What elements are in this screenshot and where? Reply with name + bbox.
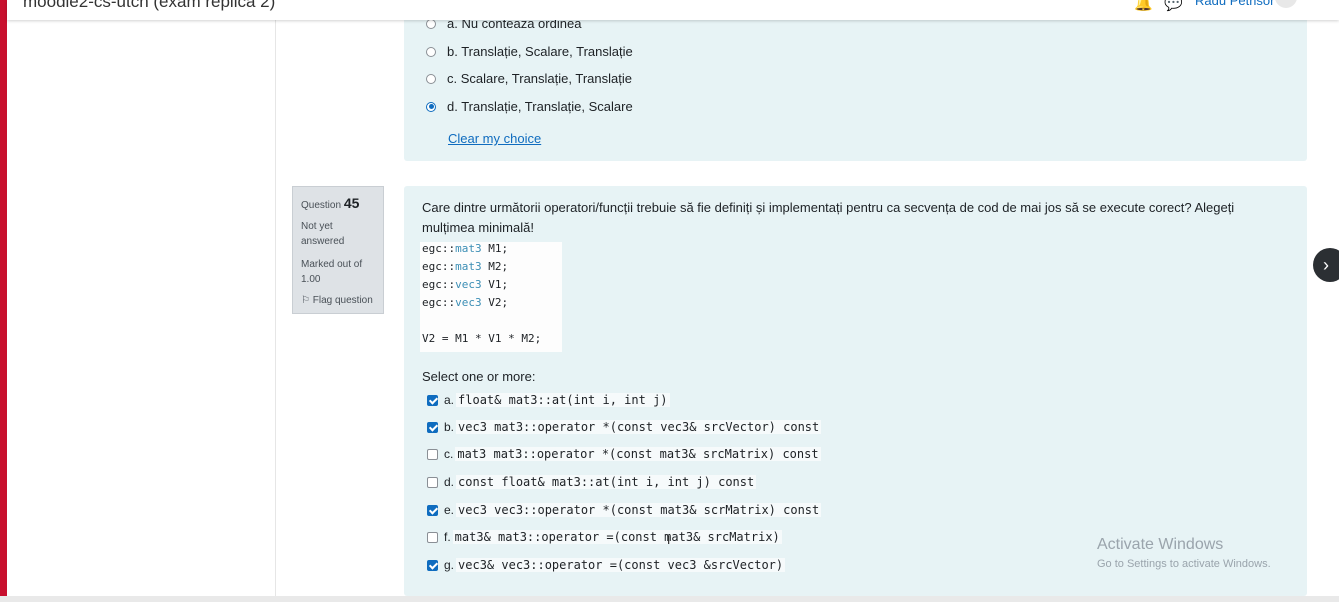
answer-option-b[interactable]: b. vec3 mat3::operator *(const vec3& src… <box>427 420 822 434</box>
code-line: egc::mat3 M2; <box>422 260 509 273</box>
top-navbar: moodle2-cs-utcn (exam replica 2) 🔔 💬 Rad… <box>7 0 1339 20</box>
answer-option-c-code: mat3 mat3::operator *(const mat3& srcMat… <box>455 447 821 461</box>
next-page-button[interactable]: › <box>1313 248 1339 282</box>
radio-a[interactable] <box>426 18 436 29</box>
answer-option-f[interactable]: f. mat3& mat3::operator =(const mat3& sr… <box>427 530 782 544</box>
question-marks: Marked out of 1.00 <box>301 259 363 285</box>
answer-option-d[interactable]: d. const float& mat3::at(int i, int j) c… <box>427 475 757 489</box>
radio-c[interactable] <box>426 73 436 84</box>
answer-option-b-code: vec3 mat3::operator *(const vec3& srcVec… <box>456 420 822 434</box>
answer-option-e-code: vec3 vec3::operator *(const mat3& scrMat… <box>456 503 822 517</box>
answer-option-e[interactable]: e. vec3 vec3::operator *(const mat3& scr… <box>427 503 822 517</box>
select-prompt: Select one or more: <box>422 369 536 384</box>
chat-icon[interactable]: 💬 <box>1164 0 1183 12</box>
answer-option-g-code: vec3& vec3::operator =(const vec3 &srcVe… <box>456 558 786 572</box>
left-sidebar <box>7 0 276 602</box>
question-number: Question 45 <box>301 195 360 211</box>
window-edge <box>0 0 7 602</box>
prev-option-d[interactable]: d. Translație, Translație, Scalare <box>426 99 633 114</box>
prev-question-answer-card: a. Nu contează ordinea b. Translație, Sc… <box>404 0 1307 161</box>
question-card: Care dintre următorii operatori/funcții … <box>404 186 1307 596</box>
prev-option-b[interactable]: b. Translație, Scalare, Translație <box>426 44 633 59</box>
question-info: Question 45 Not yet answered Marked out … <box>292 186 384 314</box>
answer-option-a[interactable]: a. float& mat3::at(int i, int j) <box>427 393 670 407</box>
prev-option-c-label: c. Scalare, Translație, Translație <box>447 71 632 86</box>
answer-option-d-code: const float& mat3::at(int i, int j) cons… <box>456 475 757 489</box>
answer-option-a-code: float& mat3::at(int i, int j) <box>456 393 670 407</box>
prev-option-b-label: b. Translație, Scalare, Translație <box>447 44 633 59</box>
checkbox-e[interactable] <box>427 504 438 516</box>
chevron-right-icon: › <box>1323 254 1329 275</box>
radio-b[interactable] <box>426 46 436 57</box>
avatar[interactable] <box>1275 0 1297 8</box>
user-menu[interactable]: Radu Petrisor <box>1195 0 1274 8</box>
answer-option-c[interactable]: c. mat3 mat3::operator *(const mat3& src… <box>427 447 821 461</box>
checkbox-a[interactable] <box>427 394 438 406</box>
question-state: Not yet answered <box>301 221 345 247</box>
bell-icon[interactable]: 🔔 <box>1134 0 1153 12</box>
checkbox-c[interactable] <box>427 448 438 460</box>
question-text: Care dintre următorii operatori/funcții … <box>422 200 1235 235</box>
checkbox-g[interactable] <box>427 559 438 571</box>
activate-windows-watermark: Activate Windows Go to Settings to activ… <box>1097 536 1271 570</box>
code-line: egc::vec3 V1; <box>422 278 509 291</box>
clear-my-choice-link[interactable]: Clear my choice <box>448 131 541 146</box>
answer-option-f-code: mat3& mat3::operator =(const mat3& srcMa… <box>452 530 782 544</box>
flag-icon: ⚐ <box>301 295 310 306</box>
code-line: egc::vec3 V2; <box>422 296 509 309</box>
site-title[interactable]: moodle2-cs-utcn (exam replica 2) <box>23 0 275 12</box>
checkbox-f[interactable] <box>427 531 438 543</box>
code-statement: V2 = M1 * V1 * M2; <box>422 332 542 345</box>
flag-question-label: Flag question <box>312 295 373 306</box>
flag-question-button[interactable]: ⚐ Flag question <box>301 295 373 306</box>
prev-option-c[interactable]: c. Scalare, Translație, Translație <box>426 71 632 86</box>
radio-d[interactable] <box>426 101 436 112</box>
bottom-edge <box>0 596 1339 602</box>
text-cursor-icon: I <box>667 533 671 547</box>
checkbox-b[interactable] <box>427 421 438 433</box>
answer-option-g[interactable]: g. vec3& vec3::operator =(const vec3 &sr… <box>427 558 786 572</box>
checkbox-d[interactable] <box>427 476 438 488</box>
code-line: egc::mat3 M1; <box>422 242 509 255</box>
prev-option-d-label: d. Translație, Translație, Scalare <box>447 99 633 114</box>
code-block: egc::mat3 M1; egc::mat3 M2; egc::vec3 V1… <box>420 242 562 352</box>
